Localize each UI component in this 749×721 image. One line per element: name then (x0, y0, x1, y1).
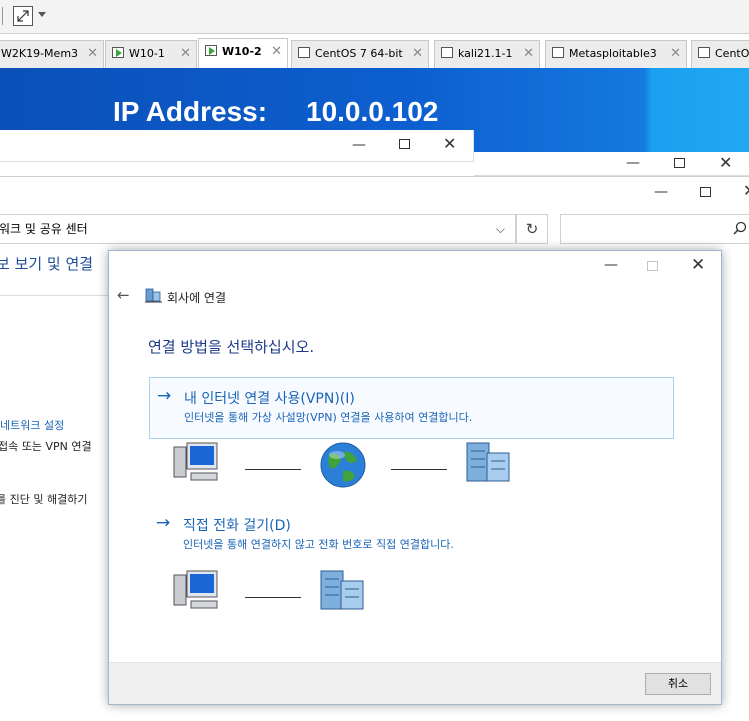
toolbar-separator (2, 7, 3, 25)
close-icon[interactable]: ✕ (180, 41, 191, 67)
connection-line (245, 597, 301, 598)
expand-icon (17, 10, 29, 22)
option-title: 직접 전화 걸기(D) (183, 518, 291, 534)
building-icon (466, 442, 510, 482)
connection-line (391, 469, 447, 470)
dialog-title: 회사에 연결 (167, 291, 227, 305)
maximize-icon[interactable] (700, 187, 711, 197)
option-direct-dial[interactable]: → 직접 전화 걸기(D) 인터넷을 통해 연결하지 않고 전화 번호로 직접 … (149, 505, 674, 567)
tab-label: W10-1 (129, 47, 165, 60)
option-description: 인터넷을 통해 연결하지 않고 전화 번호로 직접 연결합니다. (183, 538, 454, 551)
refresh-button[interactable]: ↻ (516, 214, 548, 244)
close-icon[interactable]: ✕ (87, 41, 98, 67)
tab-w10-1[interactable]: W10-1 ✕ (105, 40, 197, 68)
ip-address-value: 10.0.0.102 (306, 96, 439, 127)
tab-label: kali21.1-1 (458, 47, 513, 60)
building-icon (320, 570, 364, 610)
maximize-icon[interactable] (399, 139, 410, 149)
tab-metasploitable3[interactable]: Metasploitable3 ✕ (545, 40, 687, 68)
computer-icon (173, 570, 218, 609)
globe-icon (320, 442, 366, 488)
minimize-icon[interactable]: — (352, 138, 366, 152)
vm-toolbar (0, 0, 749, 34)
tab-label: CentOS (715, 47, 749, 60)
tab-centos-7[interactable]: CentOS 7 64-bit ✕ (291, 40, 429, 68)
close-icon[interactable]: ✕ (743, 183, 749, 199)
minimize-icon[interactable]: — (626, 156, 640, 170)
close-icon[interactable]: ✕ (443, 136, 456, 152)
divider (0, 295, 110, 296)
address-text: 워크 및 공유 센터 (0, 222, 88, 236)
dialog-heading: 연결 방법을 선택하십시오. (148, 338, 315, 356)
vm-icon (298, 47, 310, 58)
close-icon[interactable]: ✕ (719, 155, 732, 171)
vm-tab-strip: W2K19-Mem3 ✕ W10-1 ✕ W10-2 ✕ CentOS 7 64… (0, 38, 749, 68)
connection-line (245, 469, 301, 470)
dialog-footer: 취소 (109, 662, 721, 704)
vm-running-icon (205, 45, 217, 56)
back-arrow-icon[interactable]: ← (117, 286, 130, 304)
connect-workplace-dialog: — ✕ ← 회사에 연결 연결 방법을 선택하십시오. → 내 인터넷 연결 사… (108, 250, 722, 705)
option-vpn[interactable]: → 내 인터넷 연결 사용(VPN)(I) 인터넷을 통해 가상 사설망(VPN… (149, 377, 674, 439)
option-description: 인터넷을 통해 가상 사설망(VPN) 연결을 사용하여 연결합니다. (184, 411, 473, 424)
close-icon[interactable]: ✕ (670, 41, 681, 67)
option-title: 내 인터넷 연결 사용(VPN)(I) (184, 391, 355, 407)
tab-w2k19-mem3[interactable]: W2K19-Mem3 ✕ (0, 40, 104, 68)
minimize-icon[interactable]: — (604, 257, 618, 273)
troubleshoot-text[interactable]: 를 진단 및 해결하기 (0, 491, 87, 507)
vm-icon (441, 47, 453, 58)
address-bar[interactable]: 워크 및 공유 센터 ⌵ (0, 214, 516, 244)
page-title: 보 보기 및 연결 (0, 255, 94, 273)
close-icon[interactable]: ✕ (691, 255, 705, 275)
close-icon[interactable]: ✕ (271, 39, 282, 65)
fullscreen-button[interactable] (13, 6, 33, 26)
minimize-icon[interactable]: — (654, 185, 668, 199)
background-window-titlebar: — ✕ (0, 130, 474, 162)
arrow-right-icon: → (156, 513, 171, 533)
tab-label: W2K19-Mem3 (1, 47, 79, 60)
background-window-titlebar-2: — ✕ (474, 152, 749, 176)
vm-icon (698, 47, 710, 58)
tab-label: CentOS 7 64-bit (315, 47, 403, 60)
close-icon[interactable]: ✕ (412, 41, 423, 67)
workplace-network-icon (145, 288, 162, 303)
tab-label: Metasploitable3 (569, 47, 657, 60)
ip-address-label: IP Address: (113, 96, 268, 127)
tab-centos[interactable]: CentOS (691, 40, 749, 68)
tab-w10-2[interactable]: W10-2 ✕ (198, 38, 288, 68)
arrow-right-icon: → (157, 386, 172, 406)
chevron-down-icon[interactable]: ⌵ (496, 215, 505, 243)
tab-label: W10-2 (222, 45, 262, 58)
search-icon (733, 221, 747, 235)
vm-icon (552, 47, 564, 58)
refresh-icon: ↻ (525, 220, 539, 238)
maximize-icon[interactable] (674, 158, 685, 168)
chevron-down-icon[interactable] (38, 12, 46, 17)
network-settings-link[interactable]: 네트워크 설정 (0, 417, 64, 433)
connection-setup-text[interactable]: 접속 또는 VPN 연결 (0, 438, 92, 454)
computer-icon (173, 442, 218, 481)
tab-kali[interactable]: kali21.1-1 ✕ (434, 40, 540, 68)
vm-running-icon (112, 47, 124, 58)
cancel-button[interactable]: 취소 (645, 673, 711, 695)
maximize-icon (647, 261, 658, 271)
close-icon[interactable]: ✕ (523, 41, 534, 67)
search-input[interactable] (560, 214, 749, 244)
